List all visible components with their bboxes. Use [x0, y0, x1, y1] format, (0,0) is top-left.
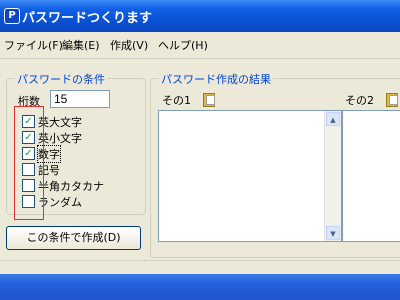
conditions-group-title: パスワードの条件: [15, 71, 107, 87]
taskbar: [0, 274, 400, 300]
menu-create[interactable]: 作成(V): [110, 37, 148, 53]
menu-help[interactable]: ヘルプ(H): [158, 37, 208, 53]
result1-output[interactable]: ▲ ▼: [158, 110, 342, 242]
title-bar[interactable]: P パスワードつくります: [0, 0, 400, 32]
window-title: パスワードつくります: [22, 11, 153, 26]
result1-scrollbar[interactable]: ▲ ▼: [324, 111, 341, 241]
menu-edit[interactable]: 編集(E): [62, 37, 100, 53]
results-group-title: パスワード作成の結果: [159, 71, 273, 87]
scroll-down-icon[interactable]: ▼: [326, 226, 340, 240]
menu-file[interactable]: ファイル(F): [4, 37, 63, 53]
result2-output[interactable]: [342, 110, 400, 242]
status-bar: [0, 260, 400, 275]
app-icon[interactable]: P: [4, 8, 20, 24]
highlight-box: [14, 106, 44, 220]
menu-bar: ファイル(F) 編集(E) 作成(V) ヘルプ(H): [0, 32, 400, 59]
scroll-up-icon[interactable]: ▲: [326, 112, 340, 126]
random-label: ランダム: [38, 196, 82, 209]
uppercase-label: 英大文字: [38, 116, 82, 129]
create-button[interactable]: この条件で作成(D): [6, 226, 141, 250]
lowercase-label: 英小文字: [38, 132, 82, 145]
result1-label: その1: [162, 94, 191, 107]
katakana-label: 半角カタカナ: [38, 180, 104, 193]
result2-label: その2: [345, 94, 374, 107]
copy-clipboard-icon-1[interactable]: [203, 91, 215, 107]
copy-clipboard-icon-2[interactable]: [386, 91, 398, 107]
digits-input[interactable]: [50, 90, 110, 108]
